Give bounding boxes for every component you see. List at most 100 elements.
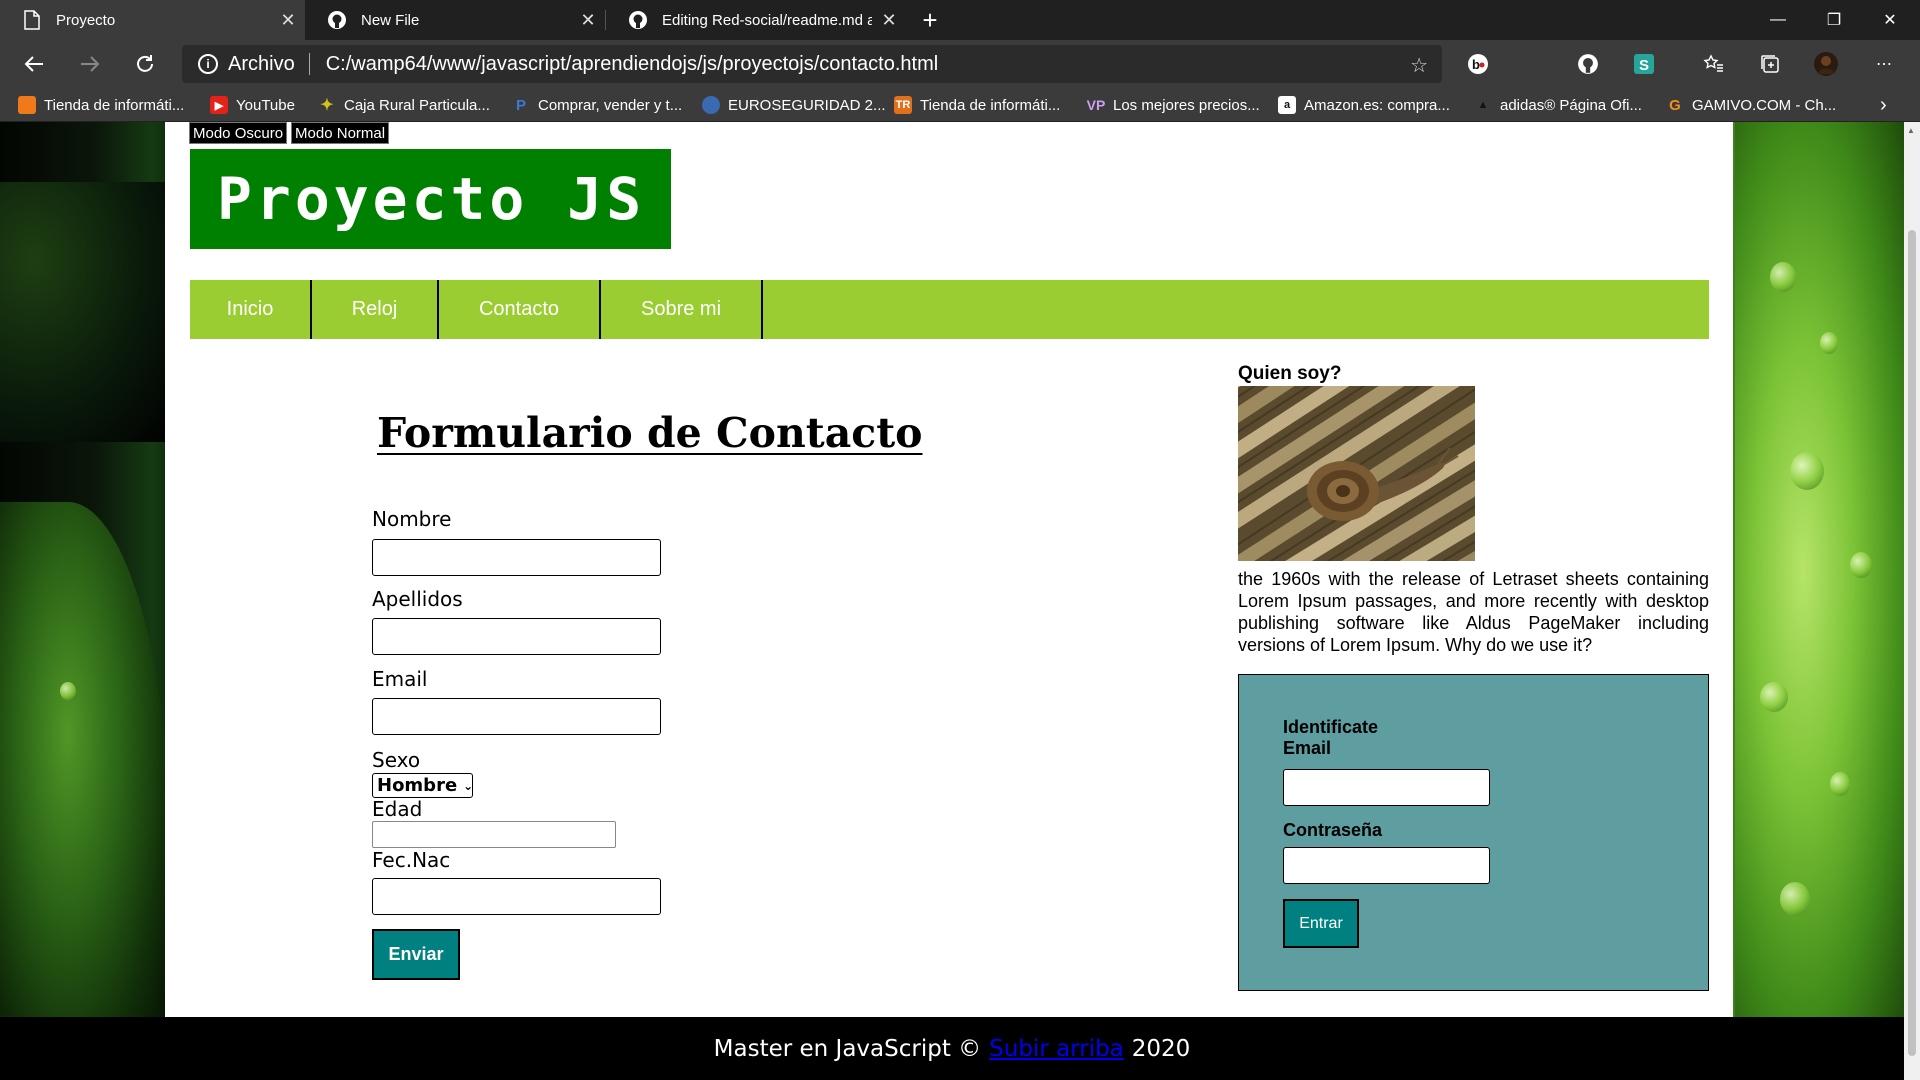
fecnac-input[interactable] [372, 878, 661, 915]
nombre-input[interactable] [372, 539, 661, 576]
bookmark-label: Tienda de informáti... [920, 96, 1061, 114]
url-text: C:/wamp64/www/javascript/aprendiendojs/j… [325, 52, 939, 75]
vp-icon: VP [1086, 97, 1106, 113]
main-menu: Inicio Reloj Contacto Sobre mi [190, 280, 1709, 339]
footer-text: Master en JavaScript © [713, 1035, 982, 1062]
bookmark-paypal[interactable]: P Comprar, vender y t... [512, 94, 682, 116]
gamivo-icon: G [1669, 96, 1681, 114]
site-footer: Master en JavaScript © Subir arriba 2020 [0, 1017, 1904, 1080]
enviar-button[interactable]: Enviar [372, 929, 460, 980]
chevron-right-icon[interactable]: › [1880, 94, 1887, 116]
url-field[interactable]: i Archivo C:/wamp64/www/javascript/apren… [182, 45, 1442, 83]
edad-input[interactable] [372, 821, 616, 848]
bookmark-tienda-informatica[interactable]: Tienda de informáti... [18, 94, 184, 116]
water-drop [1790, 452, 1824, 490]
scroll-top-link[interactable]: Subir arriba [989, 1036, 1124, 1062]
extension-s-icon[interactable]: S [1630, 50, 1658, 78]
snail-image [1238, 386, 1475, 561]
avatar[interactable] [1812, 50, 1840, 78]
bookmark-label: YouTube [236, 96, 295, 114]
scroll-up-icon[interactable]: ▲ [1907, 126, 1915, 135]
background-leaf [0, 502, 170, 1080]
page-title: Formulario de Contacto [377, 409, 923, 457]
github-icon[interactable] [1574, 50, 1602, 78]
sexo-select[interactable]: Hombre ⌄ [372, 773, 473, 798]
bookmark-gamivo[interactable]: G GAMIVO.COM - Ch... [1666, 94, 1836, 116]
favorites-icon[interactable] [1700, 50, 1728, 78]
forward-icon[interactable] [70, 44, 110, 84]
email-label: Email [372, 667, 428, 691]
tab-title: Editing Red-social/readme.md at [662, 11, 872, 29]
scrollbar-thumb[interactable] [1908, 230, 1916, 1056]
bookmark-label: adidas® Página Ofi... [1500, 96, 1642, 114]
aside-title: Quien soy? [1238, 363, 1342, 384]
bookmark-label: Comprar, vender y t... [538, 96, 683, 114]
sexo-selected-value: Hombre [377, 775, 458, 796]
page-container: Modo Oscuro Modo Normal Proyecto JS Inic… [165, 122, 1733, 1017]
bookmark-amazon[interactable]: a Amazon.es: compra... [1278, 94, 1450, 116]
tab-title: Proyecto [56, 11, 116, 29]
amazon-icon: a [1278, 96, 1296, 114]
bookmark-label: Amazon.es: compra... [1304, 96, 1450, 114]
menu-item-inicio[interactable]: Inicio [190, 280, 312, 339]
menu-item-contacto[interactable]: Contacto [439, 280, 601, 339]
login-email-label: Email [1283, 738, 1332, 758]
page-viewport: Modo Oscuro Modo Normal Proyecto JS Inic… [0, 122, 1904, 1080]
more-icon[interactable]: ⋯ [1870, 50, 1898, 78]
menu-item-reloj[interactable]: Reloj [312, 280, 439, 339]
address-bar: i Archivo C:/wamp64/www/javascript/apren… [0, 40, 1920, 88]
close-tab-icon[interactable]: ✕ [571, 10, 605, 31]
star-icon[interactable]: ☆ [1410, 53, 1428, 78]
close-tab-icon[interactable]: ✕ [271, 10, 305, 31]
login-heading: Identificate [1283, 717, 1379, 737]
normal-mode-button[interactable]: Modo Normal [291, 122, 390, 144]
entrar-button[interactable]: Entrar [1283, 899, 1359, 948]
fecnac-label: Fec.Nac [372, 848, 451, 872]
chevron-down-icon: ⌄ [463, 778, 474, 793]
back-icon[interactable] [14, 44, 54, 84]
restore-icon[interactable]: ❐ [1806, 0, 1862, 40]
apellidos-input[interactable] [372, 618, 661, 655]
close-tab-icon[interactable]: ✕ [872, 10, 906, 31]
email-input[interactable] [372, 698, 661, 735]
background-leaf [1735, 122, 1904, 1022]
close-window-icon[interactable]: ✕ [1862, 0, 1918, 40]
caja-rural-icon: ✦ [320, 97, 334, 114]
bookmark-tienda-tr[interactable]: TR Tienda de informáti... [894, 94, 1060, 116]
tab-editing-readme[interactable]: Editing Red-social/readme.md at ✕ [606, 0, 906, 40]
svg-text:S: S [1639, 57, 1649, 74]
extension-b-icon[interactable]: b [1464, 50, 1492, 78]
nombre-label: Nombre [372, 507, 452, 531]
scheme-label: Archivo [228, 52, 295, 75]
bookmark-vp[interactable]: VP Los mejores precios... [1087, 94, 1260, 116]
bookmark-label: GAMIVO.COM - Ch... [1692, 96, 1837, 114]
site-logo[interactable]: Proyecto JS [190, 149, 671, 249]
info-icon[interactable]: i [198, 54, 218, 74]
bookmark-label: Caja Rural Particula... [344, 96, 490, 114]
theme-switcher: Modo Oscuro Modo Normal [189, 122, 390, 144]
tab-proyecto[interactable]: Proyecto ✕ [0, 0, 305, 40]
collections-icon[interactable] [1756, 50, 1784, 78]
vertical-scrollbar[interactable]: ▲ [1904, 122, 1920, 1080]
dark-mode-button[interactable]: Modo Oscuro [189, 122, 288, 144]
login-password-input[interactable] [1283, 847, 1490, 884]
reload-icon[interactable] [125, 44, 165, 84]
bookmark-label: EUROSEGURIDAD 2... [728, 96, 886, 114]
bookmark-youtube[interactable]: ▶ YouTube [210, 94, 295, 116]
login-email-input[interactable] [1283, 769, 1490, 806]
paypal-icon: P [515, 96, 526, 114]
minimize-icon[interactable]: — [1750, 0, 1806, 40]
bookmark-euroseguridad[interactable]: EUROSEGURIDAD 2... [702, 94, 886, 116]
tab-strip: Proyecto ✕ New File ✕ Editing Red-social… [0, 0, 1920, 40]
tab-new-file[interactable]: New File ✕ [305, 0, 605, 40]
page-icon [22, 10, 42, 30]
bookmark-caja-rural[interactable]: ✦ Caja Rural Particula... [318, 94, 490, 116]
svg-text:b: b [1472, 57, 1480, 72]
new-tab-icon[interactable]: + [910, 0, 950, 40]
sexo-label: Sexo [372, 748, 421, 772]
divider [308, 53, 310, 75]
water-drop [1820, 332, 1838, 354]
water-drop [1830, 772, 1850, 796]
menu-item-sobre-mi[interactable]: Sobre mi [601, 280, 763, 339]
bookmark-adidas[interactable]: ▲ adidas® Página Ofi... [1474, 94, 1642, 116]
